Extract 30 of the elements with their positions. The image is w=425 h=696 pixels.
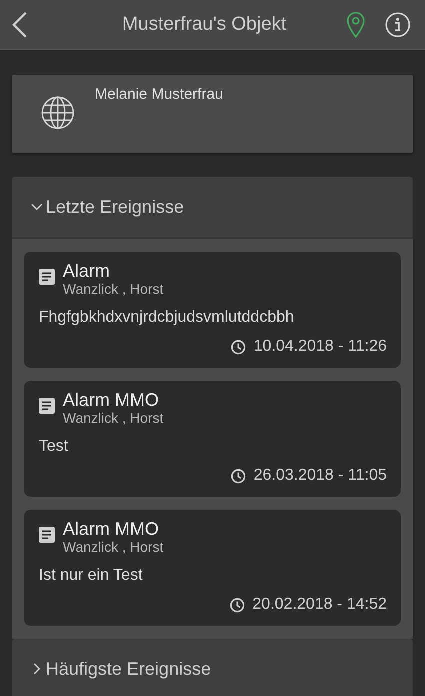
event-person: Wanzlick , Horst [63, 539, 164, 556]
event-person: Wanzlick , Horst [63, 410, 164, 427]
event-title: Alarm MMO [63, 390, 160, 410]
clock-icon [230, 598, 245, 612]
event-title: Alarm [63, 261, 112, 281]
screen-title: Musterfrau's Objekt [121, 14, 288, 36]
document-icon [39, 398, 55, 414]
contact-name: Melanie Musterfrau [95, 86, 224, 103]
event-card[interactable]: Alarm MMO Wanzlick , Horst Test 26.03.2018 - 11:05 [24, 381, 401, 497]
document-icon [39, 527, 55, 543]
document-icon [39, 269, 55, 285]
section-title: Häufigste Ereignisse [46, 658, 212, 680]
globe-icon [41, 96, 75, 130]
clock-icon [230, 468, 246, 484]
event-time: 20.02.2018 - 14:52 [252, 596, 387, 614]
section-title: Letzte Ereignisse [46, 196, 184, 218]
info-icon[interactable] [385, 12, 411, 38]
section-header[interactable]: Häufigste Ereignisse [12, 639, 413, 696]
clock-icon [230, 340, 246, 354]
event-time: 10.04.2018 - 11:26 [254, 338, 387, 356]
event-person: Wanzlick , Horst [63, 281, 164, 298]
event-text: Test [39, 437, 70, 457]
location-pin-icon[interactable] [347, 12, 365, 38]
event-text: Fhgfgbkhdxvnjrdcbjudsvmlutddcbbh [39, 308, 296, 328]
event-time: 26.03.2018 - 11:05 [254, 467, 387, 485]
event-card[interactable]: Alarm MMO Wanzlick , Horst Ist nur ein Test 20.02.2018 - 14:52 [24, 510, 401, 626]
contact-card[interactable]: Melanie Musterfrau [12, 75, 413, 153]
event-title: Alarm MMO [63, 519, 160, 539]
event-card[interactable]: Alarm Wanzlick , Horst Fhgfgbkhdxvnjrdcbjudsvmlutddcbbh 10.04.2018 - 11:26 [24, 252, 401, 368]
event-text: Ist nur ein Test [39, 566, 144, 586]
